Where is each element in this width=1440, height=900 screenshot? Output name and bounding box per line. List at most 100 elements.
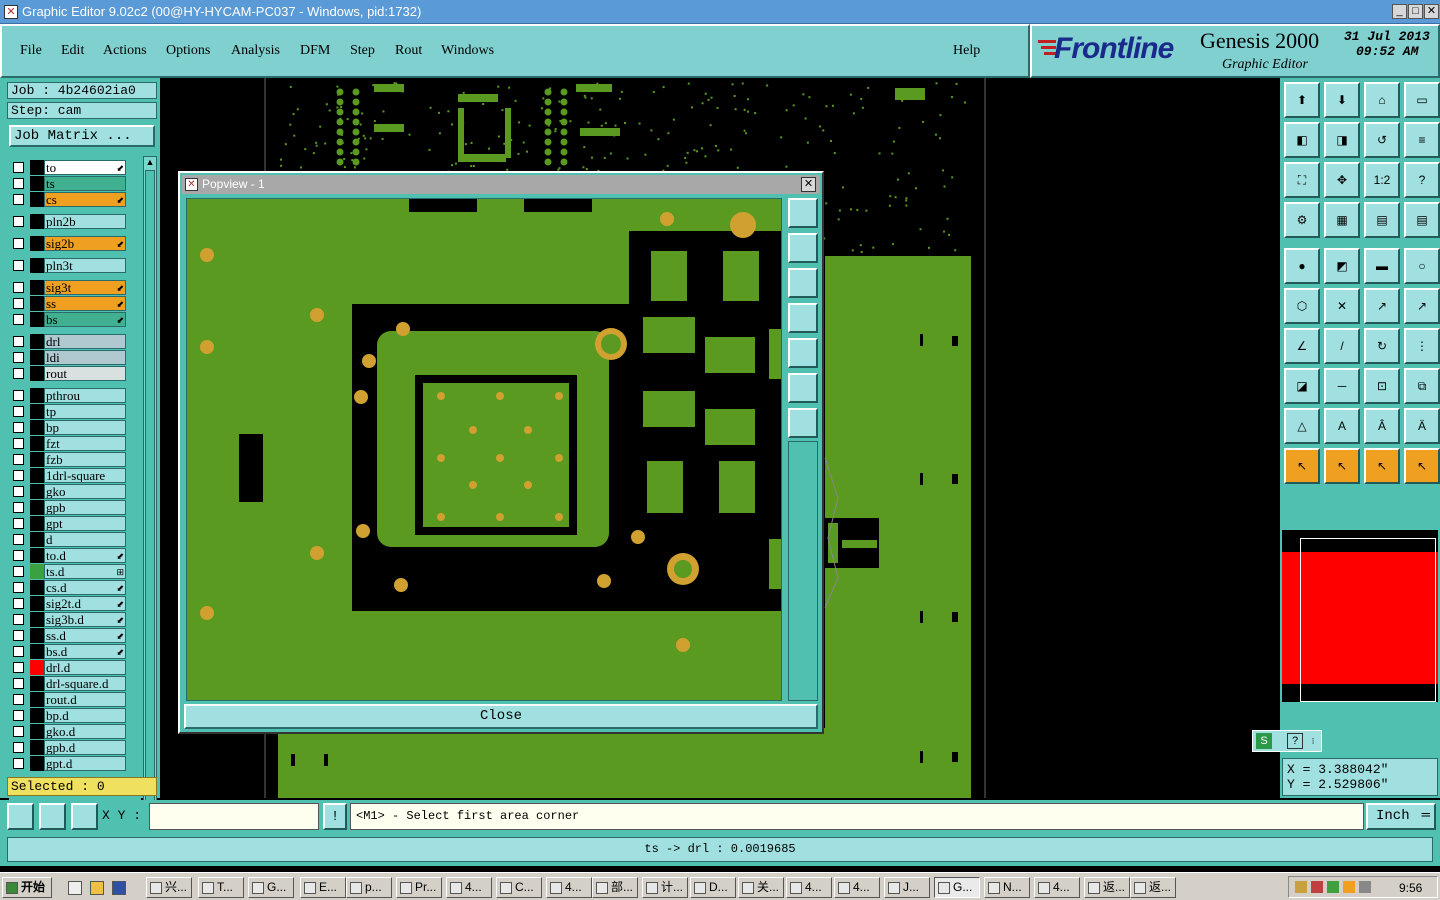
layer-row[interactable]: gpt.d	[9, 756, 141, 771]
layer-checkbox[interactable]	[13, 216, 24, 227]
taskbar-item[interactable]: 4...	[834, 877, 880, 898]
layer-row[interactable]: pthrou	[9, 388, 141, 403]
layer-checkbox[interactable]	[13, 260, 24, 271]
layer-row[interactable]: cs.d ⬋	[9, 580, 141, 595]
dropdown-icon[interactable]: ⁝	[1307, 733, 1319, 749]
layer-row[interactable]: gko	[9, 484, 141, 499]
layer-row[interactable]: drl.d	[9, 660, 141, 675]
layer-checkbox[interactable]	[13, 598, 24, 609]
menu-windows[interactable]: Windows	[441, 43, 494, 59]
layer-checkbox[interactable]	[13, 646, 24, 657]
layer-name[interactable]: pthrou	[44, 388, 126, 403]
ruler-icon[interactable]: ▬	[1364, 248, 1400, 284]
taskbar-item[interactable]: 4...	[446, 877, 492, 898]
fit-icon[interactable]: ⛶	[1284, 162, 1320, 198]
menu-options[interactable]: Options	[166, 43, 210, 59]
stretch-icon[interactable]: ⊡	[1364, 368, 1400, 404]
layer-name[interactable]: ss.d ⬋	[44, 628, 126, 643]
layer-toggle-icon[interactable]: ▤	[1404, 202, 1440, 238]
measure-tool-icon[interactable]: ⚙	[1284, 202, 1320, 238]
layer-color-swatch[interactable]	[30, 160, 44, 175]
layer-checkbox[interactable]	[13, 470, 24, 481]
layer-row[interactable]: gpt	[9, 516, 141, 531]
layer-row[interactable]: drl-square.d	[9, 676, 141, 691]
start-button[interactable]: 开始	[2, 877, 52, 898]
layer-name[interactable]: sig3b.d ⬋	[44, 612, 126, 627]
tray-icon[interactable]	[1327, 881, 1339, 893]
layer-row[interactable]: 1drl-square	[9, 468, 141, 483]
layer-checkbox[interactable]	[13, 336, 24, 347]
layer-row[interactable]: sig2t.d ⬋	[9, 596, 141, 611]
zoom-in-icon[interactable]: ⬆	[1284, 82, 1320, 118]
layer-color-swatch[interactable]	[30, 468, 44, 483]
polygon-icon[interactable]: △	[1284, 408, 1320, 444]
menu-help[interactable]: Help	[953, 43, 980, 59]
layer-checkbox[interactable]	[13, 534, 24, 545]
layer-name[interactable]: gpb	[44, 500, 126, 515]
layer-checkbox[interactable]	[13, 454, 24, 465]
layer-color-swatch[interactable]	[30, 644, 44, 659]
layer-color-swatch[interactable]	[30, 724, 44, 739]
text-edit-icon[interactable]: Â	[1364, 408, 1400, 444]
select-icon[interactable]: ↖	[1284, 448, 1320, 484]
layer-checkbox[interactable]	[13, 614, 24, 625]
job-matrix-button[interactable]: Job Matrix ...	[9, 125, 155, 147]
layer-row[interactable]: gpb.d	[9, 740, 141, 755]
layer-row[interactable]: d	[9, 532, 141, 547]
layer-list-scrollbar[interactable]: ▲ ▼	[143, 156, 157, 846]
window-icon[interactable]: ▭	[1404, 82, 1440, 118]
layer-color-swatch[interactable]	[30, 596, 44, 611]
layer-checkbox[interactable]	[13, 282, 24, 293]
taskbar-item[interactable]: 兴...	[146, 877, 192, 898]
cut-icon[interactable]: ─	[1324, 368, 1360, 404]
layer-color-swatch[interactable]	[30, 214, 44, 229]
select-more-icon[interactable]: ↖	[1404, 448, 1440, 484]
layer-name[interactable]: tp	[44, 404, 126, 419]
popview-zoom-icon[interactable]	[788, 198, 818, 228]
layer-row[interactable]: rout.d	[9, 692, 141, 707]
layer-color-swatch[interactable]	[30, 452, 44, 467]
layer-color-swatch[interactable]	[30, 756, 44, 771]
layer-name[interactable]: gpb.d	[44, 740, 126, 755]
layer-row[interactable]: bs ⬋	[9, 312, 141, 327]
delete-icon[interactable]: ✕	[1324, 288, 1360, 324]
redraw-icon[interactable]: ≡	[1404, 122, 1440, 158]
layer-color-swatch[interactable]	[30, 580, 44, 595]
layer-checkbox[interactable]	[13, 438, 24, 449]
layer-row[interactable]: to.d ⬋	[9, 548, 141, 563]
layer-checkbox[interactable]	[13, 162, 24, 173]
taskbar-item[interactable]: 关...	[738, 877, 784, 898]
layer-checkbox[interactable]	[13, 406, 24, 417]
layer-name[interactable]: d	[44, 532, 126, 547]
layer-checkbox[interactable]	[13, 422, 24, 433]
layer-row[interactable]: sig3t ⬋	[9, 280, 141, 295]
measure-icon[interactable]	[7, 803, 34, 830]
layer-row[interactable]: fzb	[9, 452, 141, 467]
menu-dfm[interactable]: DFM	[300, 43, 330, 59]
menu-step[interactable]: Step	[350, 43, 375, 59]
grid-toggle-icon[interactable]: ▦	[1324, 202, 1360, 238]
layer-checkbox[interactable]	[13, 368, 24, 379]
layer-checkbox[interactable]	[13, 758, 24, 769]
layer-name[interactable]: ts	[44, 176, 126, 191]
layer-checkbox[interactable]	[13, 194, 24, 205]
taskbar-item[interactable]: 返...	[1084, 877, 1130, 898]
popview-fit-icon[interactable]	[788, 373, 818, 403]
layer-checkbox[interactable]	[13, 314, 24, 325]
layer-checkbox[interactable]	[13, 518, 24, 529]
popview-close-icon[interactable]: ✕	[801, 177, 816, 192]
layer-color-swatch[interactable]	[30, 708, 44, 723]
layer-name[interactable]: rout	[44, 366, 126, 381]
layer-checkbox[interactable]	[13, 502, 24, 513]
layer-color-swatch[interactable]	[30, 296, 44, 311]
resize-icon[interactable]: ◪	[1284, 368, 1320, 404]
layer-name[interactable]: gko.d	[44, 724, 126, 739]
layer-color-swatch[interactable]	[30, 350, 44, 365]
query-icon[interactable]: ?	[1404, 162, 1440, 198]
pan-right-icon[interactable]: ◨	[1324, 122, 1360, 158]
scroll-up-icon[interactable]: ▲	[145, 157, 155, 167]
browser-icon[interactable]	[112, 881, 126, 895]
menu-rout[interactable]: Rout	[395, 43, 422, 59]
popview-canvas[interactable]	[186, 198, 782, 701]
layer-row[interactable]: cs ⬋	[9, 192, 141, 207]
